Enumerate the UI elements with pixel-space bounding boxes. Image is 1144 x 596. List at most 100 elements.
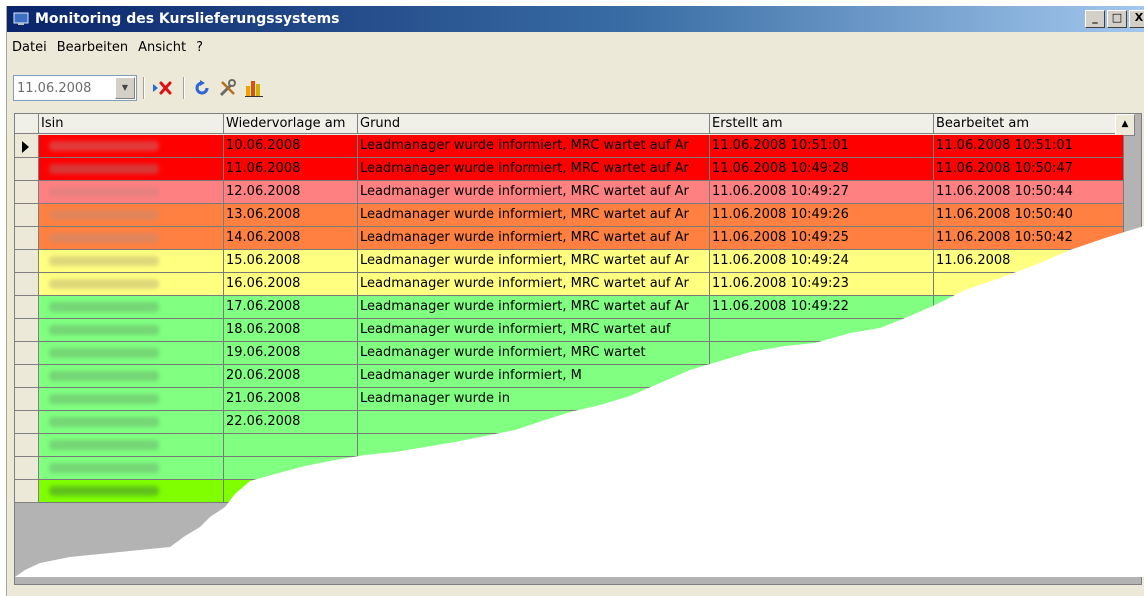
- menu-help[interactable]: ?: [191, 40, 208, 55]
- cell-wiedervorlage[interactable]: 16.06.2008: [224, 273, 358, 296]
- menu-bearbeiten[interactable]: Bearbeiten: [52, 40, 133, 55]
- table-row[interactable]: 10.06.2008 Leadmanager wurde informiert, …: [15, 135, 1124, 158]
- table-row[interactable]: [15, 434, 1124, 457]
- cell-bearbeitet[interactable]: [934, 434, 1124, 457]
- cell-isin[interactable]: [39, 388, 224, 411]
- table-row[interactable]: 18.06.2008 Leadmanager wurde informiert, …: [15, 319, 1124, 342]
- row-header[interactable]: [15, 480, 39, 503]
- row-header[interactable]: [15, 342, 39, 365]
- row-header[interactable]: [15, 273, 39, 296]
- cell-bearbeitet[interactable]: 11.06.2008 10:50:42: [934, 227, 1124, 250]
- column-header-bearbeitet[interactable]: Bearbeitet am: [934, 114, 1124, 134]
- cell-grund[interactable]: Leadmanager wurde informiert, MRC wartet…: [358, 273, 710, 296]
- cell-isin[interactable]: [39, 135, 224, 158]
- cell-wiedervorlage[interactable]: 14.06.2008: [224, 227, 358, 250]
- tools-button[interactable]: [217, 77, 239, 99]
- table-row[interactable]: 22.06.2008: [15, 411, 1124, 434]
- row-header[interactable]: [15, 250, 39, 273]
- cell-wiedervorlage[interactable]: [224, 434, 358, 457]
- cell-grund[interactable]: Leadmanager wurde informiert, MRC wartet…: [358, 181, 710, 204]
- cell-grund[interactable]: Leadmanager wurde informiert, MRC wartet…: [358, 250, 710, 273]
- row-header[interactable]: [15, 365, 39, 388]
- cell-isin[interactable]: [39, 365, 224, 388]
- cell-erstellt[interactable]: 11.06.2008 10:49:26: [710, 204, 934, 227]
- table-row[interactable]: 11.06.2008 Leadmanager wurde informiert, …: [15, 158, 1124, 181]
- cell-isin[interactable]: [39, 480, 224, 503]
- cell-isin[interactable]: [39, 411, 224, 434]
- table-row[interactable]: 14.06.2008 Leadmanager wurde informiert, …: [15, 227, 1124, 250]
- cell-erstellt[interactable]: [710, 388, 934, 411]
- menu-ansicht[interactable]: Ansicht: [133, 40, 191, 55]
- cell-grund[interactable]: Leadmanager wurde informiert, MRC wartet…: [358, 158, 710, 181]
- table-row[interactable]: [15, 457, 1124, 480]
- cell-wiedervorlage[interactable]: 12.06.2008: [224, 181, 358, 204]
- cell-grund[interactable]: [358, 434, 710, 457]
- row-header[interactable]: [15, 319, 39, 342]
- cell-erstellt[interactable]: 11.06.2008 10:49:24: [710, 250, 934, 273]
- cell-bearbeitet[interactable]: 11.06.2008 10:50:40: [934, 204, 1124, 227]
- close-button[interactable]: X: [1129, 10, 1144, 28]
- row-header[interactable]: [15, 457, 39, 480]
- cell-wiedervorlage[interactable]: 11.06.2008: [224, 158, 358, 181]
- cell-erstellt[interactable]: 11.06.2008 10:49:27: [710, 181, 934, 204]
- cell-erstellt[interactable]: [710, 365, 934, 388]
- cell-wiedervorlage[interactable]: 15.06.2008: [224, 250, 358, 273]
- cell-isin[interactable]: [39, 158, 224, 181]
- chevron-down-icon[interactable]: ▼: [115, 77, 135, 99]
- cell-grund[interactable]: Leadmanager wurde informiert, MRC wartet…: [358, 296, 710, 319]
- column-header-wiedervorlage[interactable]: Wiedervorlage am: [224, 114, 358, 134]
- cell-grund[interactable]: Leadmanager wurde informiert, MRC wartet…: [358, 227, 710, 250]
- cell-isin[interactable]: [39, 319, 224, 342]
- cell-grund[interactable]: [358, 480, 710, 503]
- cell-bearbeitet[interactable]: 11.06.2008 10:50:44: [934, 181, 1124, 204]
- cell-isin[interactable]: [39, 342, 224, 365]
- date-dropdown[interactable]: 11.06.2008 ▼: [13, 75, 137, 101]
- cell-wiedervorlage[interactable]: 19.06.2008: [224, 342, 358, 365]
- cell-erstellt[interactable]: [710, 480, 934, 503]
- table-row[interactable]: 19.06.2008 Leadmanager wurde informiert, …: [15, 342, 1124, 365]
- cell-isin[interactable]: [39, 273, 224, 296]
- title-bar[interactable]: Monitoring des Kurslieferungssystems _ □…: [7, 6, 1144, 32]
- cell-wiedervorlage[interactable]: 22.06.2008: [224, 411, 358, 434]
- column-header-isin[interactable]: Isin: [39, 114, 224, 134]
- row-header[interactable]: [15, 296, 39, 319]
- cell-isin[interactable]: [39, 434, 224, 457]
- cell-erstellt[interactable]: [710, 434, 934, 457]
- cell-erstellt[interactable]: 11.06.2008 10:49:22: [710, 296, 934, 319]
- cell-erstellt[interactable]: 11.06.2008 10:49:28: [710, 158, 934, 181]
- cell-bearbeitet[interactable]: [934, 319, 1124, 342]
- cell-grund[interactable]: Leadmanager wurde informiert, MRC wartet…: [358, 204, 710, 227]
- cell-erstellt[interactable]: 11.06.2008 10:49:25: [710, 227, 934, 250]
- cell-grund[interactable]: [358, 457, 710, 480]
- cell-bearbeitet[interactable]: [934, 388, 1124, 411]
- table-row[interactable]: 15.06.2008 Leadmanager wurde informiert, …: [15, 250, 1124, 273]
- cell-bearbeitet[interactable]: [934, 480, 1124, 503]
- maximize-button[interactable]: □: [1107, 10, 1127, 28]
- cell-isin[interactable]: [39, 204, 224, 227]
- cell-erstellt[interactable]: [710, 319, 934, 342]
- row-header[interactable]: [15, 135, 39, 158]
- table-row[interactable]: 12.06.2008 Leadmanager wurde informiert, …: [15, 181, 1124, 204]
- row-header[interactable]: [15, 434, 39, 457]
- cell-wiedervorlage[interactable]: 18.06.2008: [224, 319, 358, 342]
- row-header[interactable]: [15, 411, 39, 434]
- cell-erstellt[interactable]: 11.06.2008 10:49:23: [710, 273, 934, 296]
- table-row[interactable]: 16.06.2008 Leadmanager wurde informiert, …: [15, 273, 1124, 296]
- cell-erstellt[interactable]: 11.06.2008 10:51:01: [710, 135, 934, 158]
- cell-isin[interactable]: [39, 181, 224, 204]
- cell-bearbeitet[interactable]: [934, 273, 1124, 296]
- cell-bearbeitet[interactable]: 11.06.2008 10:50:47: [934, 158, 1124, 181]
- cell-isin[interactable]: [39, 457, 224, 480]
- table-row[interactable]: 20.06.2008 Leadmanager wurde informiert, …: [15, 365, 1124, 388]
- cell-grund[interactable]: Leadmanager wurde in: [358, 388, 710, 411]
- cell-wiedervorlage[interactable]: 10.06.2008: [224, 135, 358, 158]
- row-header[interactable]: [15, 388, 39, 411]
- cell-isin[interactable]: [39, 296, 224, 319]
- cell-grund[interactable]: Leadmanager wurde informiert, MRC wartet…: [358, 319, 710, 342]
- cell-bearbeitet[interactable]: [934, 342, 1124, 365]
- table-row[interactable]: 17.06.2008 Leadmanager wurde informiert, …: [15, 296, 1124, 319]
- column-header-grund[interactable]: Grund: [358, 114, 710, 134]
- cell-isin[interactable]: [39, 250, 224, 273]
- cell-wiedervorlage[interactable]: 21.06.2008: [224, 388, 358, 411]
- cell-erstellt[interactable]: [710, 342, 934, 365]
